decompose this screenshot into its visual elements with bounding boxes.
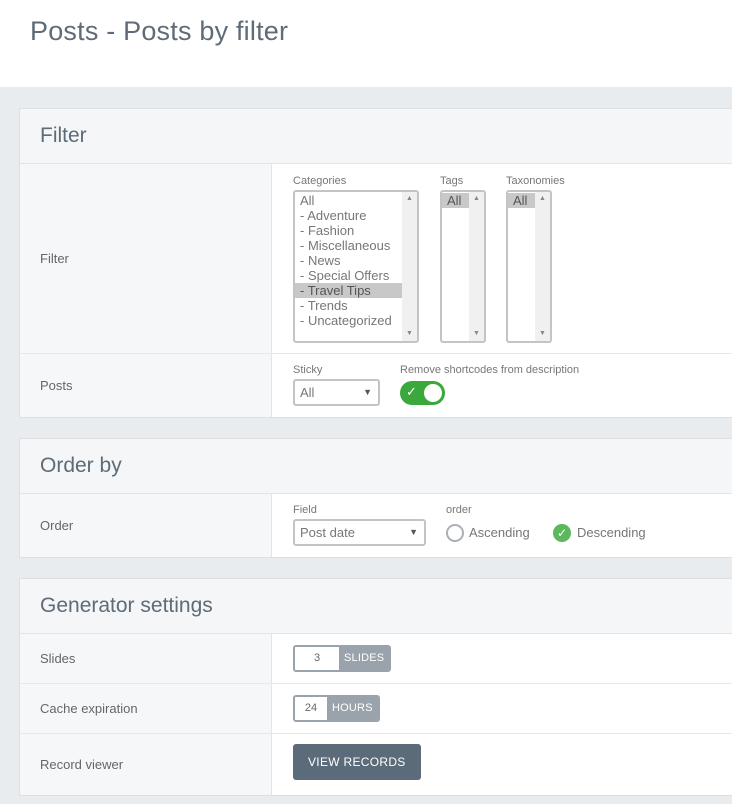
- remove-shortcodes-toggle[interactable]: ✓: [400, 381, 445, 405]
- order-field-value: Post date: [300, 525, 355, 540]
- filter-panel-title: Filter: [40, 124, 87, 147]
- tags-label: Tags: [440, 175, 464, 187]
- scroll-down-arrow-icon[interactable]: ▼: [535, 328, 550, 340]
- cache-row: Cache expiration 24 HOURS: [20, 684, 732, 734]
- cache-input[interactable]: 24: [295, 697, 327, 720]
- list-option[interactable]: - Fashion: [295, 223, 417, 238]
- filter-row: Filter Categories All - Adventure - Fashio…: [20, 164, 732, 354]
- scroll-up-arrow-icon[interactable]: ▲: [402, 193, 417, 205]
- taxonomies-label: Taxonomies: [506, 175, 565, 187]
- scroll-up-arrow-icon[interactable]: ▲: [469, 193, 484, 205]
- posts-row: Posts Sticky All ▼ Remove shortcodes fro…: [20, 354, 732, 417]
- order-panel-title: Order by: [40, 454, 122, 477]
- slides-number-field: 3 SLIDES: [293, 645, 392, 672]
- taxonomies-scrollbar[interactable]: ▲ ▼: [535, 192, 550, 341]
- categories-scrollbar[interactable]: ▲ ▼: [402, 192, 417, 341]
- scroll-down-arrow-icon[interactable]: ▼: [402, 328, 417, 340]
- order-panel: Order by Order Field Post date ▼ order A…: [19, 438, 732, 558]
- cache-row-content: 24 HOURS: [273, 684, 732, 733]
- filter-panel-header: Filter: [20, 109, 732, 164]
- list-option[interactable]: - Trends: [295, 298, 417, 313]
- filter-panel: Filter Filter Categories All - Adventure -…: [19, 108, 732, 418]
- sticky-select[interactable]: All ▼: [293, 379, 380, 406]
- list-option[interactable]: All: [295, 193, 417, 208]
- checkmark-icon: ✓: [406, 384, 417, 399]
- generator-panel-title: Generator settings: [40, 594, 213, 617]
- top-bar: Posts - Posts by filter: [0, 0, 732, 87]
- dropdown-caret-icon: ▼: [409, 527, 418, 537]
- sticky-select-value: All: [300, 385, 315, 400]
- ascending-radio[interactable]: [446, 524, 464, 542]
- view-records-button[interactable]: VIEW RECORDS: [293, 744, 421, 780]
- descending-radio[interactable]: ✓: [553, 524, 571, 542]
- posts-row-label: Posts: [20, 354, 272, 417]
- checkmark-icon: ✓: [556, 526, 568, 540]
- dropdown-caret-icon: ▼: [363, 387, 372, 397]
- slides-row-content: 3 SLIDES: [273, 634, 732, 683]
- viewer-row-label: Record viewer: [20, 734, 272, 795]
- list-option[interactable]: - News: [295, 253, 417, 268]
- sticky-label: Sticky: [293, 364, 323, 376]
- order-panel-header: Order by: [20, 439, 732, 494]
- list-option[interactable]: - Special Offers: [295, 268, 417, 283]
- posts-row-content: Sticky All ▼ Remove shortcodes from desc…: [273, 354, 732, 417]
- generator-panel-header: Generator settings: [20, 579, 732, 634]
- slides-row: Slides 3 SLIDES: [20, 634, 732, 684]
- remove-shortcodes-label: Remove shortcodes from description: [400, 364, 580, 376]
- list-option[interactable]: - Travel Tips: [295, 283, 417, 298]
- viewer-row-content: VIEW RECORDS: [273, 734, 732, 795]
- slides-unit: SLIDES: [339, 647, 390, 670]
- categories-options: All - Adventure - Fashion - Miscellaneous - …: [295, 192, 417, 328]
- slides-row-label: Slides: [20, 634, 272, 683]
- scroll-up-arrow-icon[interactable]: ▲: [535, 193, 550, 205]
- descending-label[interactable]: Descending: [577, 525, 646, 540]
- list-option[interactable]: - Adventure: [295, 208, 417, 223]
- order-direction-label: order: [446, 504, 472, 516]
- ascending-label[interactable]: Ascending: [469, 525, 530, 540]
- generator-panel: Generator settings Slides 3 SLIDES Cache…: [19, 578, 732, 796]
- cache-number-field: 24 HOURS: [293, 695, 380, 722]
- order-field-select[interactable]: Post date ▼: [293, 519, 426, 546]
- taxonomies-listbox[interactable]: All ▲ ▼: [506, 190, 552, 343]
- cache-unit: HOURS: [327, 697, 378, 720]
- order-row: Order Field Post date ▼ order Ascending …: [20, 494, 732, 557]
- page-title: Posts - Posts by filter: [30, 16, 289, 46]
- field-label: Field: [293, 504, 317, 516]
- list-option[interactable]: - Miscellaneous: [295, 238, 417, 253]
- categories-label: Categories: [293, 175, 347, 187]
- list-option[interactable]: - Uncategorized: [295, 313, 417, 328]
- toggle-knob: [424, 384, 442, 402]
- scroll-down-arrow-icon[interactable]: ▼: [469, 328, 484, 340]
- filter-row-label: Filter: [20, 164, 272, 353]
- tags-listbox[interactable]: All ▲ ▼: [440, 190, 486, 343]
- filter-row-content: Categories All - Adventure - Fashion - Misc…: [273, 164, 732, 353]
- order-row-content: Field Post date ▼ order Ascending ✓ Desc…: [273, 494, 732, 557]
- categories-listbox[interactable]: All - Adventure - Fashion - Miscellaneous - …: [293, 190, 419, 343]
- cache-row-label: Cache expiration: [20, 684, 272, 733]
- tags-scrollbar[interactable]: ▲ ▼: [469, 192, 484, 341]
- order-row-label: Order: [20, 494, 272, 557]
- viewer-row: Record viewer VIEW RECORDS: [20, 734, 732, 795]
- slides-input[interactable]: 3: [295, 647, 339, 670]
